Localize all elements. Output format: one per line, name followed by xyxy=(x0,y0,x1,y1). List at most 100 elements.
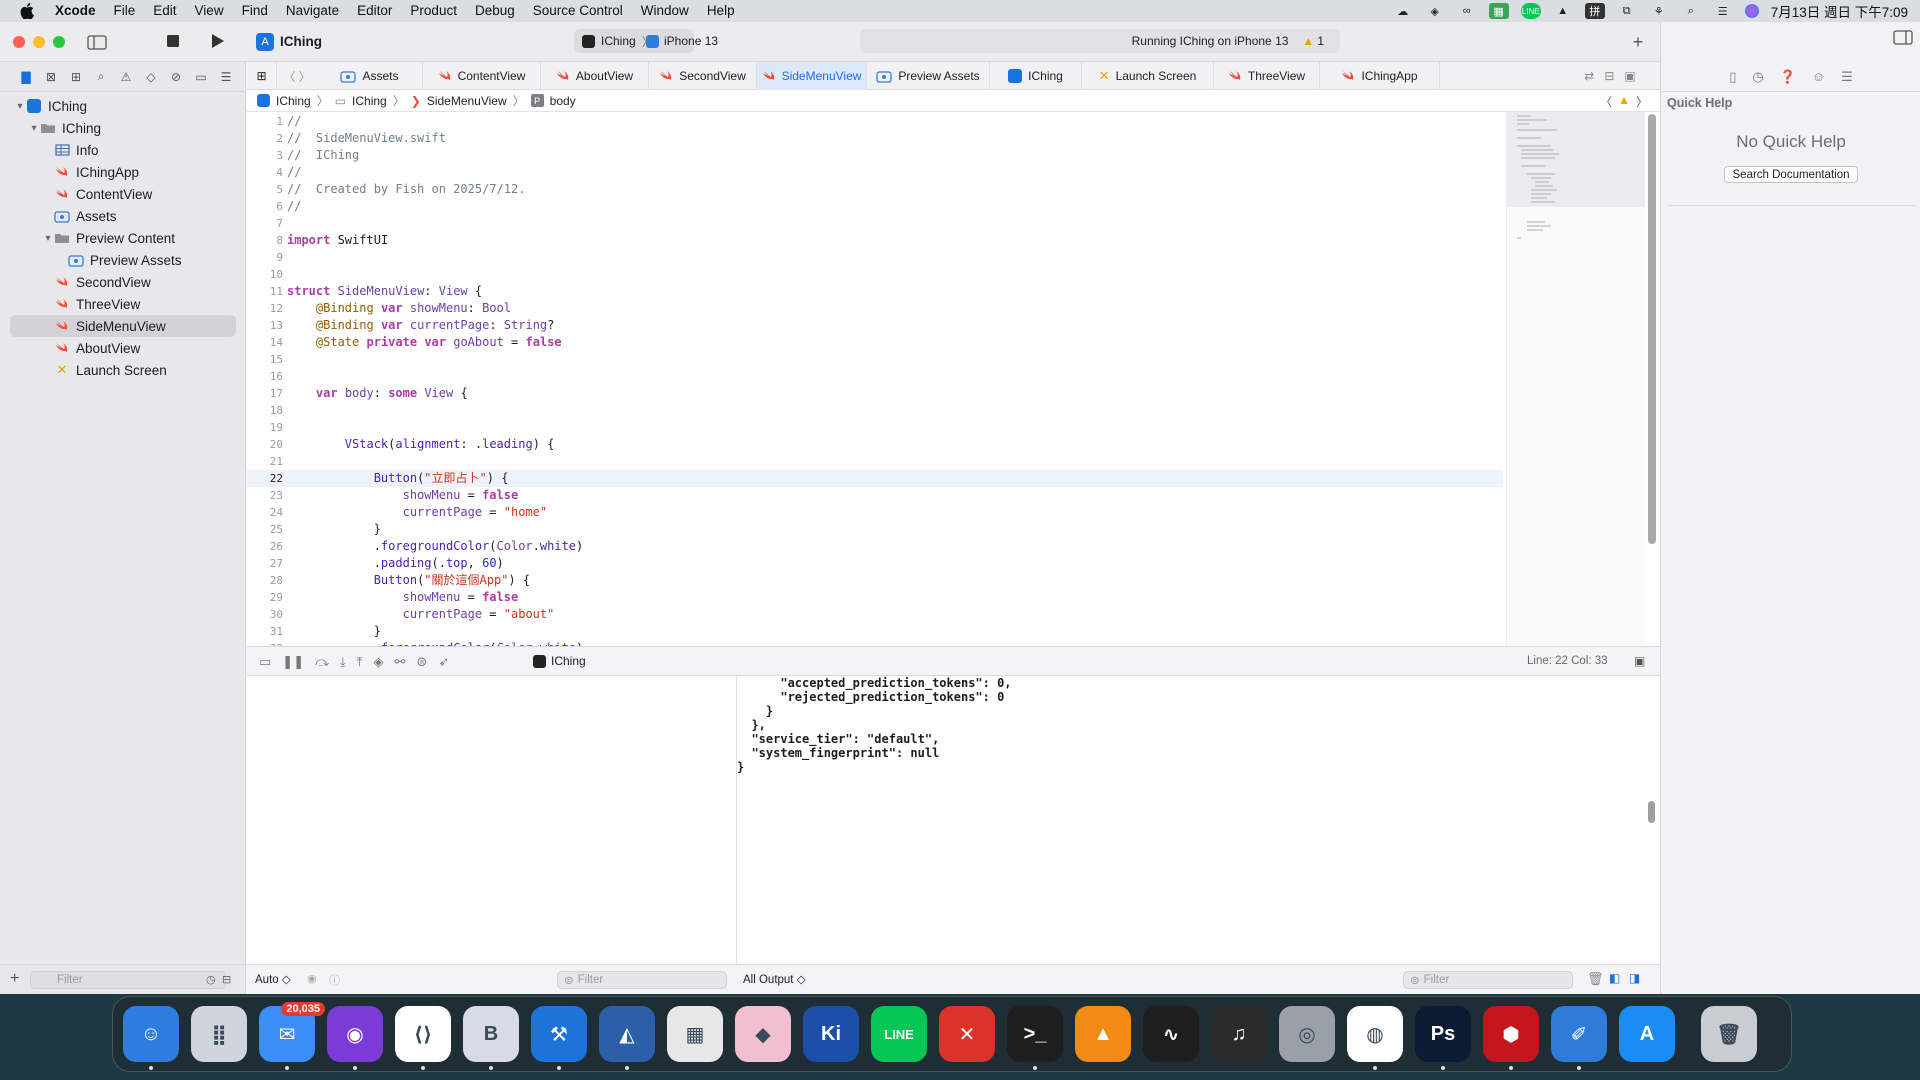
recent-files-icon[interactable]: ◷ xyxy=(206,973,216,986)
pause-icon[interactable]: ❚❚ xyxy=(282,654,304,670)
console-scrollbar[interactable] xyxy=(1648,801,1655,823)
variables-filter-input[interactable]: ⊜ Filter xyxy=(557,971,727,989)
disclosure-triangle-icon[interactable]: ▾ xyxy=(42,233,54,244)
code-line[interactable] xyxy=(287,266,1547,283)
environment-overrides-icon[interactable]: ⊜ xyxy=(416,654,427,670)
menu-view[interactable]: View xyxy=(186,0,233,22)
navigator-item-preview-assets[interactable]: Preview Assets xyxy=(10,249,236,271)
photoshop-icon[interactable]: Ps xyxy=(1415,1006,1471,1062)
xcode-instruments-icon[interactable]: ✐ xyxy=(1551,1006,1607,1062)
search-icon[interactable]: ⌕ xyxy=(93,69,109,84)
source-control-icon[interactable]: ⊠ xyxy=(43,70,59,84)
navigator-item-preview-content[interactable]: ▾ Preview Content xyxy=(10,227,236,249)
add-icon[interactable]: + xyxy=(1628,32,1648,52)
stop-icon[interactable] xyxy=(166,34,180,48)
navigator-item-threeview[interactable]: ThreeView xyxy=(10,293,236,315)
simulate-location-icon[interactable]: ➶ xyxy=(438,654,449,670)
sidebar-toggle-icon[interactable] xyxy=(86,33,108,51)
code-line[interactable]: var body: some View { xyxy=(287,385,1547,402)
history-icon[interactable]: ◷ xyxy=(1752,69,1763,85)
code-line[interactable] xyxy=(287,419,1547,436)
folder-icon[interactable]: ▇ xyxy=(18,70,34,84)
jumpbar-item-project[interactable]: IChing xyxy=(276,94,311,108)
zoom-window-button[interactable] xyxy=(53,36,65,48)
nav-back-forward[interactable]: 〈 〉 xyxy=(277,62,317,90)
piano-icon[interactable]: ♫ xyxy=(1211,1006,1267,1062)
report-icon[interactable]: ☰ xyxy=(218,70,234,84)
tab-aboutview[interactable]: AboutView xyxy=(541,62,649,90)
info-icon[interactable]: ⓘ xyxy=(329,972,340,988)
variables-scope-select[interactable]: Auto ◇ xyxy=(255,972,291,986)
inspector-toggle-icon[interactable] xyxy=(1893,30,1915,48)
xcode-icon[interactable]: ⚒ xyxy=(531,1006,587,1062)
add-file-icon[interactable]: + xyxy=(10,970,19,988)
apple-icon[interactable] xyxy=(18,2,36,20)
menu-editor[interactable]: Editor xyxy=(348,0,401,22)
file-inspector-icon[interactable]: ▯ xyxy=(1729,69,1736,85)
menu-window[interactable]: Window xyxy=(632,0,698,22)
code-line[interactable]: import SwiftUI xyxy=(287,232,1547,249)
code-line[interactable]: // Created by Fish on 2025/7/12. xyxy=(287,181,1547,198)
chevron-right-icon[interactable]: 〉 xyxy=(1636,93,1648,110)
menu-help[interactable]: Help xyxy=(698,0,744,22)
code-line[interactable] xyxy=(287,402,1547,419)
show-variables-icon[interactable]: ◧ xyxy=(1609,971,1620,985)
trash-icon[interactable]: 🗑 xyxy=(1701,1006,1757,1062)
tab-ichingapp[interactable]: IChingApp xyxy=(1320,62,1440,90)
mail-icon[interactable]: ✉ 20,035 xyxy=(259,1002,325,1062)
debug-icon[interactable]: ⊘ xyxy=(168,70,184,84)
menu-debug[interactable]: Debug xyxy=(466,0,524,22)
chevron-left-icon[interactable]: 〈 xyxy=(1600,93,1612,110)
code-line[interactable]: Button("關於這個App") { xyxy=(287,572,1547,589)
code-editor[interactable]: // // SideMenuView.swift // IChing // // Cre… xyxy=(287,112,1547,646)
calculator-icon[interactable]: ▦ xyxy=(667,1006,723,1062)
code-line[interactable]: VStack(alignment: .leading) { xyxy=(287,436,1547,453)
green-app-icon[interactable]: ▦ xyxy=(1488,3,1509,19)
activity-monitor-icon[interactable]: ∿ xyxy=(1143,1006,1199,1062)
line-icon[interactable]: LINE xyxy=(871,1006,927,1062)
navigator-item-iching[interactable]: ▾ IChing xyxy=(10,117,236,139)
remote-desktop-icon[interactable]: ✕ xyxy=(939,1006,995,1062)
tab-contentview[interactable]: ContentView xyxy=(423,62,541,90)
output-scope-select[interactable]: All Output ◇ xyxy=(743,972,806,986)
accessibility-icon[interactable]: ☺ xyxy=(1812,69,1825,84)
navigator-item-secondview[interactable]: SecondView xyxy=(10,271,236,293)
jumpbar-item-symbol[interactable]: body xyxy=(550,94,576,108)
code-line[interactable]: currentPage = "home" xyxy=(287,504,1547,521)
navigator-item-sidemenuview[interactable]: SideMenuView xyxy=(10,315,236,337)
code-line[interactable]: .padding(.top, 60) xyxy=(287,555,1547,572)
kindle-icon[interactable]: Ki xyxy=(803,1006,859,1062)
tab-secondview[interactable]: SecondView xyxy=(649,62,757,90)
line-status-icon[interactable]: LINE xyxy=(1520,3,1541,19)
terminal-icon[interactable]: >_ xyxy=(1007,1006,1063,1062)
step-out-icon[interactable]: ⤒ xyxy=(357,654,363,670)
menu-app-name[interactable]: Xcode xyxy=(46,0,105,22)
canvas-icon[interactable]: ▣ xyxy=(1624,69,1635,83)
finder-icon[interactable]: ☺ xyxy=(123,1006,179,1062)
unity-status-icon[interactable]: ◈ xyxy=(1425,3,1445,19)
wifi-icon[interactable]: ⚘ xyxy=(1649,3,1669,19)
screen-mirror-icon[interactable]: ⧉ xyxy=(1617,3,1637,19)
tab-sidemenuview[interactable]: SideMenuView xyxy=(757,62,867,90)
vlc-icon[interactable]: ▲ xyxy=(1075,1006,1131,1062)
navigator-item-info[interactable]: Info xyxy=(10,139,236,161)
step-into-icon[interactable]: ⤓ xyxy=(340,654,346,670)
console-output[interactable]: "accepted_prediction_tokens": 0, "reject… xyxy=(247,676,1660,964)
editor-scrollbar[interactable] xyxy=(1648,114,1656,544)
code-line[interactable]: @Binding var currentPage: String? xyxy=(287,317,1547,334)
navigator-item-contentview[interactable]: ContentView xyxy=(10,183,236,205)
jumpbar-item-file[interactable]: SideMenuView xyxy=(427,94,507,108)
quick-help-icon[interactable]: ❓ xyxy=(1780,69,1796,85)
vscode-icon[interactable]: ⟨⟩ xyxy=(395,1006,451,1062)
code-line[interactable]: // SideMenuView.swift xyxy=(287,130,1547,147)
tab-preview-assets[interactable]: Preview Assets xyxy=(867,62,990,90)
tab-assets[interactable]: Assets xyxy=(317,62,423,90)
launchpad-icon[interactable]: ⣿ xyxy=(191,1006,247,1062)
split-editor-icon[interactable]: ⊟ xyxy=(1604,69,1614,83)
issue-icon[interactable]: ⚠ xyxy=(118,70,134,84)
code-line[interactable]: } xyxy=(287,623,1547,640)
firefox-icon[interactable]: ◉ xyxy=(327,1006,383,1062)
navigator-item-iching[interactable]: ▾ IChing xyxy=(10,95,236,117)
code-line[interactable] xyxy=(287,215,1547,232)
view-hierarchy-icon[interactable]: ◈ xyxy=(374,654,384,670)
